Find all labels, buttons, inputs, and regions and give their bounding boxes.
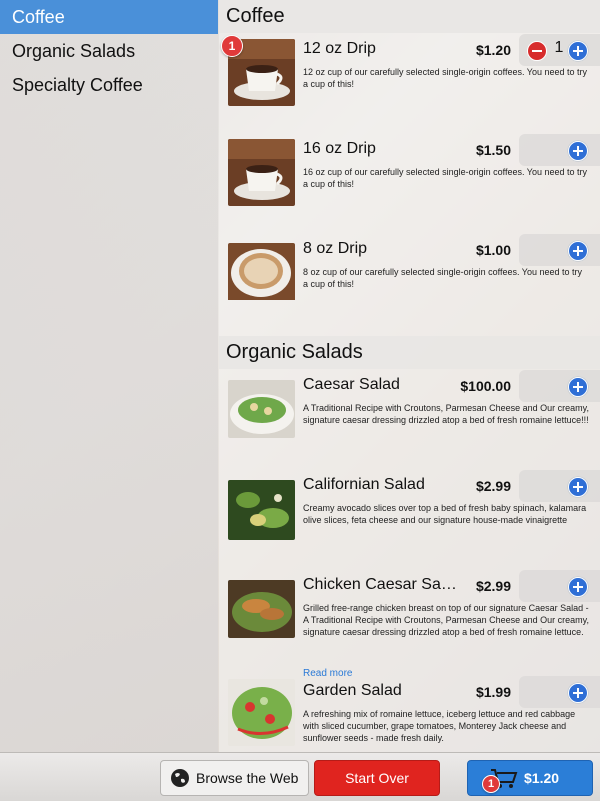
menu-item-12oz-drip[interactable]: 1 12 oz Drip $1.20 12 oz cup of our care… <box>219 33 600 133</box>
item-name: Chicken Caesar Sa… <box>303 576 457 593</box>
plus-circle-icon[interactable] <box>568 141 588 161</box>
quantity-value: 1 <box>554 39 564 56</box>
item-description: 8 oz cup of our carefully selected singl… <box>303 267 583 289</box>
item-price: $2.99 <box>475 478 511 494</box>
plus-circle-icon[interactable] <box>568 377 588 397</box>
item-description: 12 oz cup of our carefully selected sing… <box>303 67 588 89</box>
item-price: $1.20 <box>475 42 511 58</box>
menu-item-caesar-salad[interactable]: Caesar Salad $100.00 A Traditional Recip… <box>219 369 600 469</box>
plus-circle-icon[interactable] <box>568 683 588 703</box>
item-description: 16 oz cup of our carefully selected sing… <box>303 167 588 189</box>
menu-list[interactable]: Coffee 1 12 oz Drip $1.20 12 oz cup of o… <box>219 0 600 752</box>
plus-circle-icon[interactable] <box>568 241 588 261</box>
menu-item-garden-salad[interactable]: Garden Salad $1.99 A refreshing mix of r… <box>219 675 600 752</box>
add-control <box>519 570 600 602</box>
section-header-coffee: Coffee <box>219 0 600 33</box>
sidebar-item-organic-salads[interactable]: Organic Salads <box>0 34 218 68</box>
browse-web-button[interactable]: Browse the Web <box>160 760 309 796</box>
item-price: $1.99 <box>475 684 511 700</box>
plus-circle-icon[interactable] <box>568 477 588 497</box>
add-control <box>519 676 600 708</box>
plus-circle-icon[interactable] <box>568 41 588 61</box>
item-thumbnail <box>228 380 295 438</box>
item-thumbnail <box>228 139 295 206</box>
sidebar-item-specialty-coffee[interactable]: Specialty Coffee <box>0 68 218 102</box>
add-control <box>519 470 600 502</box>
bottom-toolbar: Browse the Web Start Over 1 $1.20 <box>0 752 600 801</box>
item-thumbnail <box>228 679 295 746</box>
item-name: 8 oz Drip <box>303 240 368 257</box>
start-over-button[interactable]: Start Over <box>314 760 440 796</box>
item-name: Californian Salad <box>303 476 425 493</box>
item-name: 12 oz Drip <box>303 40 376 57</box>
browse-web-label: Browse the Web <box>196 770 299 786</box>
item-description: Grilled free-range chicken breast on top… <box>303 603 589 637</box>
cart-count-badge: 1 <box>482 775 500 793</box>
item-description: A refreshing mix of romaine lettuce, ice… <box>303 709 576 743</box>
section-header-organic-salads: Organic Salads <box>219 336 600 369</box>
item-price: $1.00 <box>475 242 511 258</box>
cart-quantity-badge: 1 <box>221 35 243 57</box>
item-description: A Traditional Recipe with Croutons, Parm… <box>303 403 589 425</box>
item-name: Garden Salad <box>303 682 402 699</box>
cart-button[interactable]: 1 $1.20 <box>467 760 593 796</box>
add-control <box>519 134 600 166</box>
plus-circle-icon[interactable] <box>568 577 588 597</box>
category-sidebar: Coffee Organic Salads Specialty Coffee <box>0 0 218 752</box>
menu-item-8oz-drip[interactable]: 8 oz Drip $1.00 8 oz cup of our carefull… <box>219 233 600 333</box>
item-price: $100.00 <box>460 378 511 394</box>
globe-icon <box>171 769 189 787</box>
menu-item-16oz-drip[interactable]: 16 oz Drip $1.50 16 oz cup of our carefu… <box>219 133 600 233</box>
item-price: $1.50 <box>475 142 511 158</box>
item-description: Creamy avocado slices over top a bed of … <box>303 503 587 525</box>
menu-item-chicken-caesar-salad[interactable]: Chicken Caesar Sa… $2.99 Grilled free-ra… <box>219 569 600 679</box>
quantity-stepper: 1 <box>519 34 600 66</box>
item-thumbnail <box>228 243 295 310</box>
sidebar-item-coffee[interactable]: Coffee <box>0 0 218 34</box>
item-name: 16 oz Drip <box>303 140 376 157</box>
add-control <box>519 370 600 402</box>
cart-total: $1.20 <box>524 770 560 786</box>
menu-item-californian-salad[interactable]: Californian Salad $2.99 Creamy avocado s… <box>219 469 600 569</box>
item-price: $2.99 <box>475 578 511 594</box>
minus-circle-icon[interactable] <box>527 41 547 61</box>
item-thumbnail <box>228 580 295 638</box>
item-thumbnail <box>228 480 295 540</box>
add-control <box>519 234 600 266</box>
